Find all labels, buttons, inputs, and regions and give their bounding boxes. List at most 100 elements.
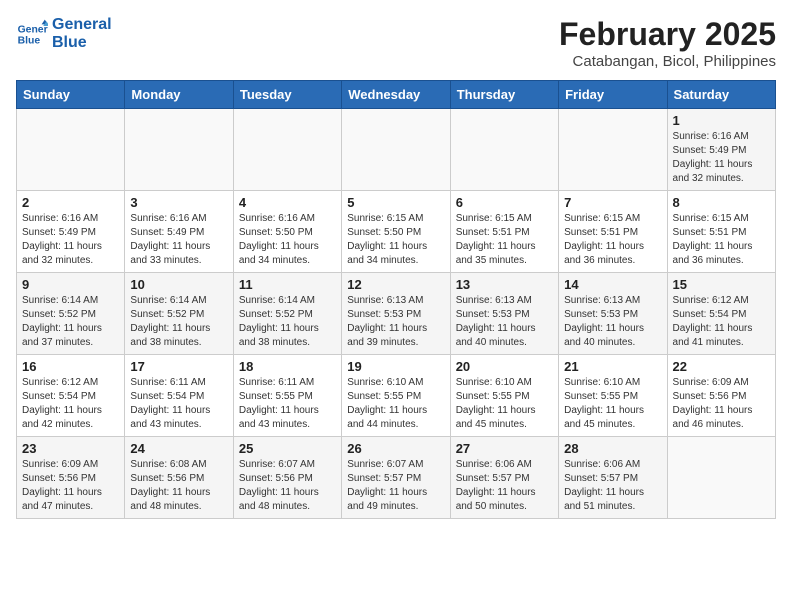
day-info: Sunrise: 6:12 AM Sunset: 5:54 PM Dayligh…: [673, 294, 770, 350]
day-number: 6: [456, 195, 553, 210]
calendar-cell: 21 Sunrise: 6:10 AM Sunset: 5:55 PM Dayli…: [559, 355, 667, 437]
calendar-cell: [450, 109, 558, 191]
weekday-header-wednesday: Wednesday: [342, 81, 450, 109]
day-info: Sunrise: 6:13 AM Sunset: 5:53 PM Dayligh…: [456, 294, 553, 350]
calendar-cell: [233, 109, 341, 191]
calendar-cell: 9Sunrise: 6:14 AM Sunset: 5:52 PM Daylig…: [17, 273, 125, 355]
calendar-cell: 20Sunrise: 6:10 AM Sunset: 5:55 PM Dayli…: [450, 355, 558, 437]
day-info: Sunrise: 6:10 AM Sunset: 5:55 PM Dayligh…: [347, 376, 444, 432]
day-info: Sunrise: 6:07 AM Sunset: 5:57 PM Dayligh…: [347, 458, 444, 514]
day-number: 22: [673, 359, 770, 374]
day-number: 26: [347, 441, 444, 456]
day-number: 13: [456, 277, 553, 292]
day-number: 14: [564, 277, 661, 292]
calendar-week-2: 2 Sunrise: 6:16 AM Sunset: 5:49 PM Daylig…: [17, 191, 776, 273]
day-info: Sunrise: 6:11 AM Sunset: 5:54 PM Dayligh…: [130, 376, 227, 432]
weekday-header-friday: Friday: [559, 81, 667, 109]
day-info: Sunrise: 6:06 AM Sunset: 5:57 PM Dayligh…: [456, 458, 553, 514]
calendar-cell: [342, 109, 450, 191]
calendar-cell: 2 Sunrise: 6:16 AM Sunset: 5:49 PM Daylig…: [17, 191, 125, 273]
calendar-cell: [559, 109, 667, 191]
calendar-cell: 28 Sunrise: 6:06 AM Sunset: 5:57 PM Dayli…: [559, 437, 667, 519]
calendar-cell: 16 Sunrise: 6:12 AM Sunset: 5:54 PM Dayli…: [17, 355, 125, 437]
day-number: 4: [239, 195, 336, 210]
day-number: 19: [347, 359, 444, 374]
day-number: 8: [673, 195, 770, 210]
day-number: 11: [239, 277, 336, 292]
day-number: 10: [130, 277, 227, 292]
page-header: General Blue General Blue February 2025 …: [16, 16, 776, 70]
calendar-cell: 4 Sunrise: 6:16 AM Sunset: 5:50 PM Daylig…: [233, 191, 341, 273]
day-info: Sunrise: 6:13 AM Sunset: 5:53 PM Dayligh…: [564, 294, 661, 350]
calendar-cell: 18 Sunrise: 6:11 AM Sunset: 5:55 PM Dayli…: [233, 355, 341, 437]
weekday-header-sunday: Sunday: [17, 81, 125, 109]
day-info: Sunrise: 6:10 AM Sunset: 5:55 PM Dayligh…: [456, 376, 553, 432]
calendar-cell: 6Sunrise: 6:15 AM Sunset: 5:51 PM Daylig…: [450, 191, 558, 273]
weekday-header-saturday: Saturday: [667, 81, 775, 109]
day-number: 18: [239, 359, 336, 374]
day-info: Sunrise: 6:12 AM Sunset: 5:54 PM Dayligh…: [22, 376, 119, 432]
calendar-cell: 7 Sunrise: 6:15 AM Sunset: 5:51 PM Daylig…: [559, 191, 667, 273]
day-info: Sunrise: 6:14 AM Sunset: 5:52 PM Dayligh…: [130, 294, 227, 350]
calendar-subtitle: Catabangan, Bicol, Philippines: [559, 53, 776, 70]
day-info: Sunrise: 6:16 AM Sunset: 5:50 PM Dayligh…: [239, 212, 336, 268]
logo-wordmark: General Blue: [52, 16, 112, 51]
calendar-cell: [667, 437, 775, 519]
day-info: Sunrise: 6:15 AM Sunset: 5:51 PM Dayligh…: [564, 212, 661, 268]
day-number: 5: [347, 195, 444, 210]
calendar-cell: 19 Sunrise: 6:10 AM Sunset: 5:55 PM Dayli…: [342, 355, 450, 437]
day-number: 23: [22, 441, 119, 456]
calendar-cell: 15 Sunrise: 6:12 AM Sunset: 5:54 PM Dayli…: [667, 273, 775, 355]
day-info: Sunrise: 6:15 AM Sunset: 5:50 PM Dayligh…: [347, 212, 444, 268]
day-info: Sunrise: 6:16 AM Sunset: 5:49 PM Dayligh…: [22, 212, 119, 268]
calendar-cell: 27 Sunrise: 6:06 AM Sunset: 5:57 PM Dayli…: [450, 437, 558, 519]
calendar-cell: [125, 109, 233, 191]
day-number: 24: [130, 441, 227, 456]
svg-text:General: General: [18, 24, 48, 35]
calendar-title: February 2025: [559, 16, 776, 53]
weekday-header-thursday: Thursday: [450, 81, 558, 109]
weekday-header-tuesday: Tuesday: [233, 81, 341, 109]
weekday-header-monday: Monday: [125, 81, 233, 109]
calendar-table: SundayMondayTuesdayWednesdayThursdayFrid…: [16, 80, 776, 519]
calendar-cell: 13 Sunrise: 6:13 AM Sunset: 5:53 PM Dayli…: [450, 273, 558, 355]
calendar-week-1: 1Sunrise: 6:16 AM Sunset: 5:49 PM Daylig…: [17, 109, 776, 191]
day-info: Sunrise: 6:15 AM Sunset: 5:51 PM Dayligh…: [673, 212, 770, 268]
day-number: 7: [564, 195, 661, 210]
calendar-week-5: 23 Sunrise: 6:09 AM Sunset: 5:56 PM Dayli…: [17, 437, 776, 519]
calendar-cell: 24 Sunrise: 6:08 AM Sunset: 5:56 PM Dayli…: [125, 437, 233, 519]
calendar-cell: 22Sunrise: 6:09 AM Sunset: 5:56 PM Dayli…: [667, 355, 775, 437]
day-number: 21: [564, 359, 661, 374]
calendar-cell: 12Sunrise: 6:13 AM Sunset: 5:53 PM Dayli…: [342, 273, 450, 355]
day-info: Sunrise: 6:16 AM Sunset: 5:49 PM Dayligh…: [130, 212, 227, 268]
calendar-cell: 25Sunrise: 6:07 AM Sunset: 5:56 PM Dayli…: [233, 437, 341, 519]
calendar-cell: 5 Sunrise: 6:15 AM Sunset: 5:50 PM Daylig…: [342, 191, 450, 273]
day-info: Sunrise: 6:08 AM Sunset: 5:56 PM Dayligh…: [130, 458, 227, 514]
calendar-cell: 11 Sunrise: 6:14 AM Sunset: 5:52 PM Dayli…: [233, 273, 341, 355]
day-number: 15: [673, 277, 770, 292]
calendar-cell: 26 Sunrise: 6:07 AM Sunset: 5:57 PM Dayli…: [342, 437, 450, 519]
day-number: 17: [130, 359, 227, 374]
svg-text:Blue: Blue: [18, 35, 41, 46]
day-info: Sunrise: 6:09 AM Sunset: 5:56 PM Dayligh…: [22, 458, 119, 514]
day-number: 28: [564, 441, 661, 456]
day-number: 9: [22, 277, 119, 292]
day-number: 25: [239, 441, 336, 456]
calendar-cell: [17, 109, 125, 191]
calendar-cell: 1Sunrise: 6:16 AM Sunset: 5:49 PM Daylig…: [667, 109, 775, 191]
calendar-cell: 17 Sunrise: 6:11 AM Sunset: 5:54 PM Dayli…: [125, 355, 233, 437]
day-number: 27: [456, 441, 553, 456]
calendar-week-4: 16 Sunrise: 6:12 AM Sunset: 5:54 PM Dayli…: [17, 355, 776, 437]
day-info: Sunrise: 6:14 AM Sunset: 5:52 PM Dayligh…: [239, 294, 336, 350]
day-info: Sunrise: 6:10 AM Sunset: 5:55 PM Dayligh…: [564, 376, 661, 432]
calendar-cell: 10 Sunrise: 6:14 AM Sunset: 5:52 PM Dayli…: [125, 273, 233, 355]
calendar-cell: 23 Sunrise: 6:09 AM Sunset: 5:56 PM Dayli…: [17, 437, 125, 519]
day-info: Sunrise: 6:06 AM Sunset: 5:57 PM Dayligh…: [564, 458, 661, 514]
day-info: Sunrise: 6:11 AM Sunset: 5:55 PM Dayligh…: [239, 376, 336, 432]
day-number: 1: [673, 113, 770, 128]
calendar-cell: 3Sunrise: 6:16 AM Sunset: 5:49 PM Daylig…: [125, 191, 233, 273]
day-number: 2: [22, 195, 119, 210]
calendar-cell: 14 Sunrise: 6:13 AM Sunset: 5:53 PM Dayli…: [559, 273, 667, 355]
day-number: 16: [22, 359, 119, 374]
logo: General Blue General Blue: [16, 16, 112, 51]
